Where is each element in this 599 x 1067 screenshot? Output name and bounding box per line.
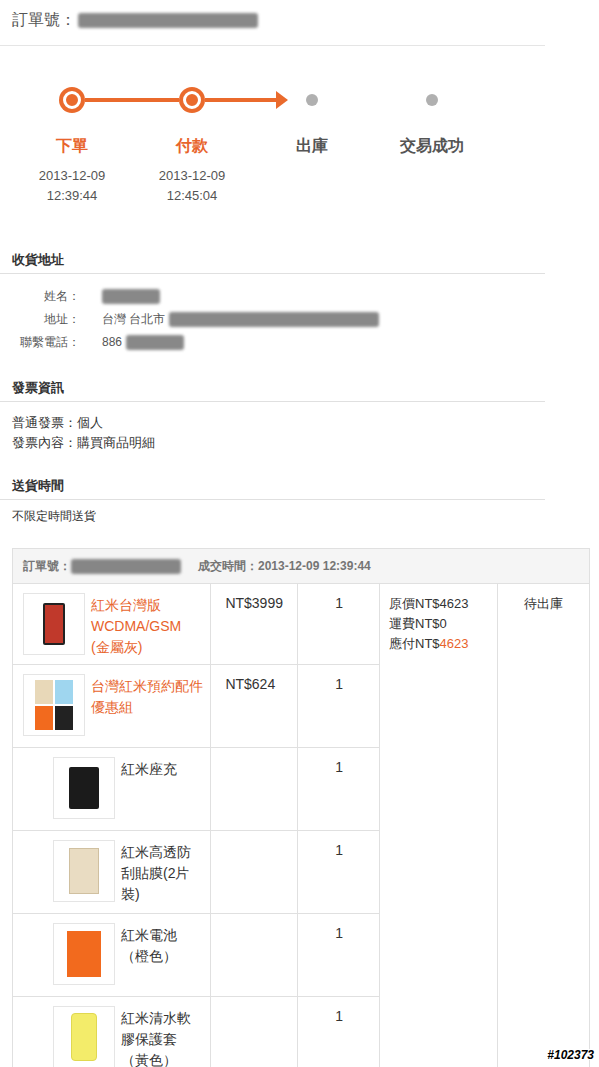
summary-line: 應付NT$4623 — [389, 634, 497, 654]
product-image[interactable] — [23, 593, 85, 655]
item-name: 紅米清水軟膠保護套（黃色） — [121, 1006, 201, 1067]
item-price: NT$624 — [211, 665, 298, 747]
item-row: 紅米高透防刮貼膜(2片裝) 1 — [13, 831, 379, 914]
product-image[interactable] — [23, 674, 85, 736]
field-label: 地址： — [12, 308, 80, 331]
progress-step: 交易成功 — [372, 87, 492, 206]
invoice-line: 發票內容：購買商品明細 — [12, 433, 599, 453]
field-label: 姓名： — [12, 285, 80, 308]
product-image[interactable] — [53, 757, 115, 819]
order-header: 訂單號： — [0, 0, 545, 46]
item-price — [211, 997, 298, 1067]
step-label: 出庫 — [296, 135, 328, 157]
section-title: 收貨地址 — [0, 250, 545, 274]
item-row: 紅米電池（橙色） 1 — [13, 914, 379, 997]
item-name[interactable]: 台灣紅米預約配件優惠組 — [91, 674, 203, 718]
item-row: 紅米台灣版WCDMA/GSM (金屬灰)NT$39991 — [13, 584, 379, 665]
step-done-icon — [59, 87, 85, 113]
product-image[interactable] — [53, 840, 115, 902]
table-header: 訂單號： 成交時間：2013-12-09 12:39:44 — [13, 549, 589, 584]
progress-step: 付款 2013-12-0912:45:04 — [132, 87, 252, 206]
step-pending-icon — [426, 94, 438, 106]
items-list: 紅米台灣版WCDMA/GSM (金屬灰)NT$39991台灣紅米預約配件優惠組N… — [13, 584, 380, 1067]
field-value: 886 — [102, 331, 122, 354]
item-row: 紅米座充 1 — [13, 748, 379, 831]
progress-bar: 下單2013-12-0912:39:44付款2013-12-0912:45:04… — [0, 87, 599, 206]
step-time: 12:39:44 — [39, 186, 106, 206]
product-image[interactable] — [53, 1006, 115, 1067]
step-label: 交易成功 — [400, 135, 464, 157]
item-name: 紅米高透防刮貼膜(2片裝) — [121, 840, 201, 905]
item-qty: 1 — [298, 748, 379, 830]
item-name: 紅米座充 — [121, 757, 201, 780]
summary-line: 運費NT$0 — [389, 614, 497, 634]
step-time: 12:45:04 — [159, 186, 226, 206]
step-done-icon — [179, 87, 205, 113]
address-fields: 姓名：地址： 台灣 台北市聯繫電話： 886 — [0, 285, 599, 354]
item-price — [211, 831, 298, 913]
item-price: NT$3999 — [211, 584, 298, 664]
item-qty: 1 — [298, 914, 379, 996]
step-date: 2013-12-09 — [39, 166, 106, 186]
field-label: 聯繫電話： — [12, 331, 80, 354]
progress-step: 下單 2013-12-0912:39:44 — [12, 87, 132, 206]
redacted-text — [169, 312, 379, 327]
section-title: 發票資訊 — [0, 378, 545, 402]
table-order-label: 訂單號： — [23, 557, 71, 575]
field-value: 台灣 台北市 — [102, 308, 165, 331]
item-price — [211, 914, 298, 996]
step-label: 付款 — [176, 135, 208, 157]
address-field: 地址： 台灣 台北市 — [12, 308, 599, 331]
redacted-text — [102, 289, 160, 304]
redacted-text — [126, 335, 184, 350]
redacted-text — [78, 13, 258, 28]
item-qty: 1 — [298, 997, 379, 1067]
item-row: 台灣紅米預約配件優惠組NT$6241 — [13, 665, 379, 748]
price-summary: 原價NT$4623運費NT$0應付NT$4623 — [380, 584, 498, 1067]
redacted-text — [71, 559, 181, 574]
order-status: 待出庫 — [498, 584, 589, 1067]
item-name: 紅米電池（橙色） — [121, 923, 201, 967]
item-qty: 1 — [298, 584, 379, 664]
address-field: 聯繫電話： 886 — [12, 331, 599, 354]
step-label: 下單 — [56, 135, 88, 157]
deal-time: 成交時間：2013-12-09 12:39:44 — [198, 557, 371, 575]
step-date: 2013-12-09 — [159, 166, 226, 186]
item-name[interactable]: 紅米台灣版WCDMA/GSM (金屬灰) — [91, 593, 203, 658]
watermark: #102373 — [547, 1046, 594, 1064]
delivery-line: 不限定時間送貨 — [12, 506, 599, 526]
invoice-line: 普通發票：個人 — [12, 413, 599, 433]
item-qty: 1 — [298, 831, 379, 913]
section-title: 送貨時間 — [0, 476, 545, 500]
order-table: 訂單號： 成交時間：2013-12-09 12:39:44 紅米台灣版WCDMA/G… — [12, 548, 590, 1067]
order-label: 訂單號： — [12, 9, 76, 31]
arrow-icon — [276, 91, 288, 109]
order-page: 訂單號：下單2013-12-0912:39:44付款2013-12-0912:4… — [0, 0, 599, 1067]
item-price — [211, 748, 298, 830]
product-image[interactable] — [53, 923, 115, 985]
item-row: 紅米清水軟膠保護套（黃色） 1 — [13, 997, 379, 1067]
progress-step: 出庫 — [252, 87, 372, 206]
step-pending-icon — [306, 94, 318, 106]
item-qty: 1 — [298, 665, 379, 747]
address-field: 姓名： — [12, 285, 599, 308]
summary-line: 原價NT$4623 — [389, 594, 497, 614]
